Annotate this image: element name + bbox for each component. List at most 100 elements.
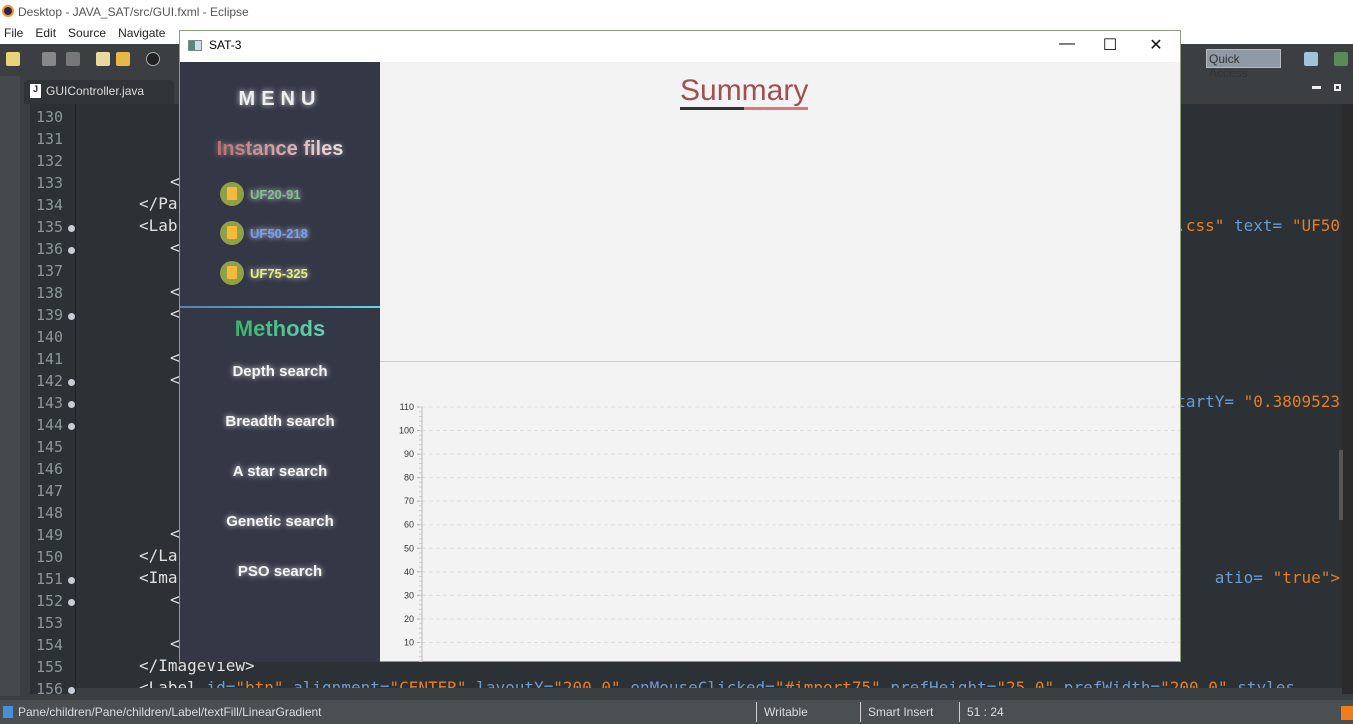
line-number: 132 [36,152,64,170]
fold-toggle-icon[interactable] [68,247,75,254]
window-title: Desktop - JAVA_SAT/src/GUI.fxml - Eclips… [18,5,249,19]
eclipse-logo-icon [2,5,14,17]
file-icon [220,261,244,285]
code-token: .css" [1176,216,1225,235]
fold-toggle-icon[interactable] [68,379,75,386]
line-number: 138 [36,284,64,302]
code-token: "true"> [1272,568,1340,587]
y-tick-label: 50 [404,543,414,553]
y-tick-label: 80 [404,473,414,483]
divider [959,702,960,722]
line-number: 152 [36,592,64,610]
sat-window-title: SAT-3 [209,38,242,52]
file-label: UF50-218 [250,225,308,241]
line-number: 149 [36,526,64,544]
sidebar-divider [180,306,380,308]
java-perspective-icon[interactable] [1334,52,1348,66]
code-fragment: </Pa [139,194,178,213]
save-icon[interactable] [42,52,56,66]
file-label: UF75-325 [250,265,308,281]
sat-window: SAT-3 — ☐ ✕ MENU Instance files UF20-91 … [179,30,1181,662]
file-uf20-91[interactable]: UF20-91 [220,182,301,206]
line-number: 145 [36,438,64,456]
refresh-icon[interactable] [116,52,130,66]
menu-file[interactable]: File [4,26,23,44]
file-icon [220,221,244,245]
fold-toggle-icon[interactable] [68,313,75,320]
line-number: 155 [36,658,64,676]
left-trim [0,76,20,696]
method-breadth-search[interactable]: Breadth search [180,413,380,430]
line-number: 150 [36,548,64,566]
restore-editor-icon[interactable] [1334,84,1341,91]
instance-files-heading: Instance files [180,138,380,161]
maximize-button[interactable]: ☐ [1095,35,1125,55]
new-icon[interactable] [6,52,20,66]
y-tick-label: 20 [404,614,414,624]
file-uf75-325[interactable]: UF75-325 [220,261,308,285]
minimize-editor-icon[interactable] [1312,86,1321,89]
code-token: tartY= [1176,392,1235,411]
methods-heading: Methods [180,316,380,342]
method-pso-search[interactable]: PSO search [180,563,380,580]
feed-icon[interactable] [1341,706,1353,720]
menu-navigate[interactable]: Navigate [118,26,165,44]
tab-label: GUIController.java [46,84,145,98]
method-depth-search[interactable]: Depth search [180,363,380,380]
fold-toggle-icon[interactable] [68,599,75,606]
line-number: 136 [36,240,64,258]
code-token: "UF50 [1291,216,1340,235]
menu-edit[interactable]: Edit [35,26,56,44]
scrollbar-thumb[interactable] [1339,450,1343,520]
horizontal-scrollbar[interactable] [76,688,1342,694]
vertical-scrollbar[interactable] [1342,104,1353,694]
y-tick-label: 40 [404,567,414,577]
close-button[interactable]: ✕ [1141,35,1171,55]
status-writable: Writable [764,705,808,719]
eclipse-title-bar: Desktop - JAVA_SAT/src/GUI.fxml - Eclips… [0,0,1353,22]
line-number: 146 [36,460,64,478]
results-chart: 0 10 20 30 40 50 60 70 80 90 100 110 [399,402,1180,662]
sat-title-bar: SAT-3 [180,31,1180,62]
line-number: 148 [36,504,64,522]
line-number: 147 [36,482,64,500]
menu-heading: MENU [238,88,322,110]
line-number: 141 [36,350,64,368]
code-token: "0.3809523 [1243,392,1340,411]
line-number: 134 [36,196,64,214]
status-bar: Pane/children/Pane/children/Label/textFi… [0,700,1353,724]
app-icon [188,40,202,51]
sidebar: MENU Instance files UF20-91 UF50-218 UF7… [180,62,380,662]
line-number: 131 [36,130,64,148]
profile-icon[interactable] [146,52,160,66]
minimize-button[interactable]: — [1052,35,1082,53]
code-token: atio= [1214,568,1263,587]
line-number: 130 [36,108,64,126]
fold-toggle-icon[interactable] [68,687,75,694]
tab-guicontroller[interactable]: J GUIController.java [24,80,174,104]
quick-access-input[interactable]: Quick Access [1206,49,1281,80]
save-all-icon[interactable] [66,52,80,66]
status-insert-mode: Smart Insert [868,705,934,719]
summary-title: Summary [680,75,809,110]
line-number: 153 [36,614,64,632]
build-icon[interactable] [96,52,110,66]
y-tick-label: 30 [404,590,414,600]
line-number: 137 [36,262,64,280]
y-tick-label: 70 [404,496,414,506]
status-cursor-position: 51 : 24 [967,705,1004,719]
open-perspective-icon[interactable] [1304,52,1318,66]
file-icon [220,182,244,206]
fold-toggle-icon[interactable] [68,423,75,430]
line-number: 140 [36,328,64,346]
menu-source[interactable]: Source [68,26,106,44]
method-genetic-search[interactable]: Genetic search [180,513,380,530]
line-number: 156 [36,680,64,698]
y-tick-label: 10 [404,637,414,647]
method-a-star-search[interactable]: A star search [180,463,380,480]
line-number: 133 [36,174,64,192]
y-tick-label: 90 [404,449,414,459]
status-path: Pane/children/Pane/children/Label/textFi… [18,705,322,719]
line-number: 144 [36,416,64,434]
file-uf50-218[interactable]: UF50-218 [220,221,308,245]
